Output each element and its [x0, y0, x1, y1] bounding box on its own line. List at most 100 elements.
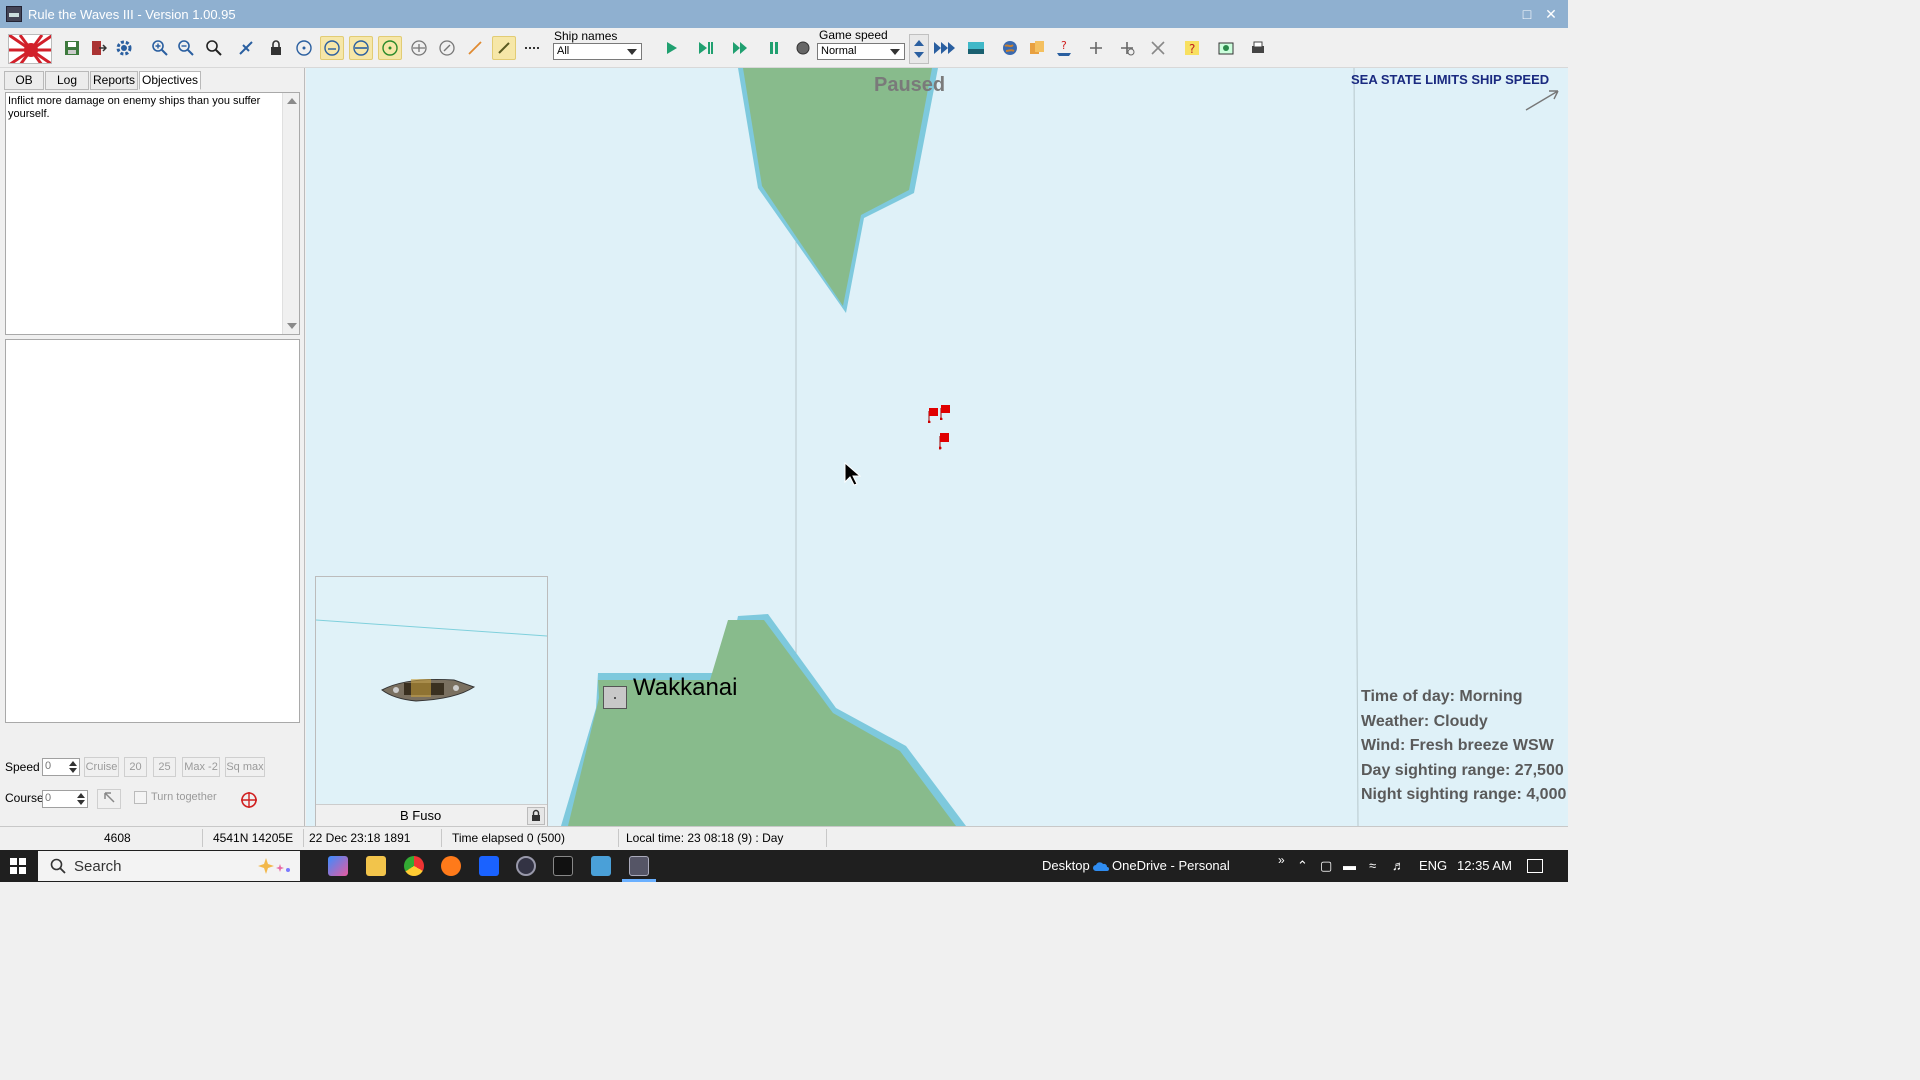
day-sighting-range: Day sighting range: 27,500	[1361, 761, 1564, 779]
horizon-toggle-icon[interactable]	[349, 36, 373, 60]
desktop-label[interactable]: Desktop	[1042, 858, 1090, 873]
scroll-down-icon[interactable]	[287, 323, 297, 329]
firefox-icon[interactable]	[441, 856, 461, 876]
scatter-icon[interactable]	[1146, 36, 1170, 60]
dotted-line-icon[interactable]	[520, 36, 544, 60]
sq-max-button[interactable]: Sq max	[225, 757, 265, 777]
night-sighting-range: Night sighting range: 4,000	[1361, 786, 1567, 803]
target-crosshair-icon[interactable]	[239, 790, 259, 810]
help-icon[interactable]: ?	[1180, 36, 1204, 60]
windows-start-icon[interactable]	[10, 858, 26, 874]
app-window-icon[interactable]	[591, 856, 611, 876]
notifications-icon[interactable]	[1527, 859, 1543, 873]
help-ship-icon[interactable]: ?	[1052, 36, 1076, 60]
cruise-button[interactable]: Cruise	[84, 757, 119, 777]
course-stepper[interactable]: 0	[42, 790, 88, 808]
wind-arrow-icon	[1525, 90, 1559, 111]
tray-expand-icon[interactable]: ⌃	[1297, 858, 1308, 874]
copilot-icon[interactable]	[328, 856, 348, 876]
battle-map[interactable]: Paused SEA STATE LIMITS SHIP SPEED Wakka…	[306, 68, 1568, 826]
rule-the-waves-taskbar-icon[interactable]	[629, 856, 649, 876]
documents-icon[interactable]	[1025, 36, 1049, 60]
language-indicator[interactable]: ENG	[1419, 858, 1447, 873]
print-icon[interactable]	[1246, 36, 1270, 60]
device-icon[interactable]: ▢	[1320, 858, 1332, 874]
status-elapsed: Time elapsed 0 (500)	[452, 831, 565, 845]
lock-icon[interactable]	[264, 36, 288, 60]
range-circle-icon[interactable]	[292, 36, 316, 60]
terminal-icon[interactable]	[553, 856, 573, 876]
zoom-reset-icon[interactable]	[202, 36, 226, 60]
formation-icon[interactable]	[234, 36, 258, 60]
sea-view-icon[interactable]	[964, 36, 988, 60]
fast-forward-icon[interactable]	[728, 36, 752, 60]
game-speed-select[interactable]: Normal	[817, 43, 905, 60]
taskbar-search-input[interactable]: Search	[38, 851, 300, 881]
enemy-ship-marker[interactable]	[938, 432, 951, 453]
screenshot-icon[interactable]	[1214, 36, 1238, 60]
scroll-up-icon[interactable]	[287, 98, 297, 104]
enemy-ship-marker[interactable]	[939, 404, 952, 423]
battery-icon[interactable]: ▬	[1343, 858, 1356, 873]
speed-25-button[interactable]: 25	[153, 757, 176, 777]
speed-20-button[interactable]: 20	[124, 757, 147, 777]
password-manager-icon[interactable]	[516, 856, 536, 876]
fleet-tools-icon[interactable]	[1084, 36, 1108, 60]
pencil-icon[interactable]	[492, 36, 516, 60]
chevron-down-icon[interactable]	[75, 799, 86, 806]
active-app-indicator	[622, 879, 656, 882]
clock[interactable]: 12:35 AM	[1457, 858, 1512, 873]
dropbox-icon[interactable]	[479, 856, 499, 876]
wifi-icon[interactable]: ≈	[1369, 858, 1376, 873]
chevron-down-icon[interactable]	[67, 767, 78, 774]
set-course-button[interactable]	[97, 789, 121, 809]
objectives-scrollbar[interactable]	[282, 93, 299, 334]
speed-up-down-icon[interactable]	[909, 34, 929, 64]
play-icon[interactable]	[659, 36, 683, 60]
compass-icon[interactable]	[435, 36, 459, 60]
circle-range-toggle-icon[interactable]	[320, 36, 344, 60]
pause-icon[interactable]	[762, 36, 786, 60]
zoom-in-icon[interactable]	[148, 36, 172, 60]
green-range-icon[interactable]	[378, 36, 402, 60]
objectives-textbox[interactable]: Inflict more damage on enemy ships than …	[5, 92, 300, 335]
save-icon[interactable]	[60, 36, 84, 60]
port-marker-icon[interactable]	[603, 686, 627, 709]
step-play-icon[interactable]	[693, 36, 717, 60]
ship-names-select[interactable]: All	[553, 43, 642, 60]
svg-text:?: ?	[1061, 39, 1067, 52]
time-of-day: Time of day: Morning	[1361, 688, 1523, 705]
speed-stepper[interactable]: 0	[42, 758, 80, 776]
close-button[interactable]: ✕	[1541, 4, 1561, 24]
enemy-ship-marker[interactable]	[927, 407, 940, 426]
tab-ob[interactable]: OB	[4, 71, 44, 90]
app-icon	[6, 6, 22, 22]
tab-log[interactable]: Log	[45, 71, 89, 90]
location-label: Wakkanai	[633, 674, 738, 701]
tab-reports[interactable]: Reports	[90, 71, 138, 90]
zoom-out-icon[interactable]	[174, 36, 198, 60]
line-tool-icon[interactable]	[463, 36, 487, 60]
tab-objectives[interactable]: Objectives	[139, 71, 201, 90]
max-speed-icon[interactable]	[932, 36, 958, 60]
chevron-up-icon[interactable]	[75, 792, 86, 799]
max-minus-2-button[interactable]: Max -2	[182, 757, 220, 777]
onedrive-label[interactable]: OneDrive - Personal	[1112, 858, 1230, 873]
overflow-chevron-icon[interactable]: »	[1278, 853, 1285, 867]
maximize-button[interactable]: □	[1517, 4, 1537, 24]
chrome-icon[interactable]	[404, 856, 424, 876]
exit-icon[interactable]	[86, 36, 110, 60]
aircraft-icon[interactable]	[407, 36, 431, 60]
chevron-up-icon[interactable]	[67, 760, 78, 767]
record-circle-icon[interactable]	[791, 36, 815, 60]
globe-icon[interactable]	[998, 36, 1022, 60]
objectives-text: Inflict more damage on enemy ships than …	[8, 95, 261, 120]
turn-together-checkbox[interactable]	[134, 791, 147, 804]
settings-tools-icon[interactable]	[1115, 36, 1139, 60]
settings-gear-icon[interactable]	[112, 36, 136, 60]
file-explorer-icon[interactable]	[366, 856, 386, 876]
toolbar: Ship names All Game speed Normal ? ?	[0, 28, 1568, 68]
left-panel: OB Log Reports Objectives Inflict more d…	[0, 68, 305, 826]
ship-lock-icon[interactable]	[527, 807, 545, 825]
volume-icon[interactable]: ♬	[1392, 858, 1405, 873]
